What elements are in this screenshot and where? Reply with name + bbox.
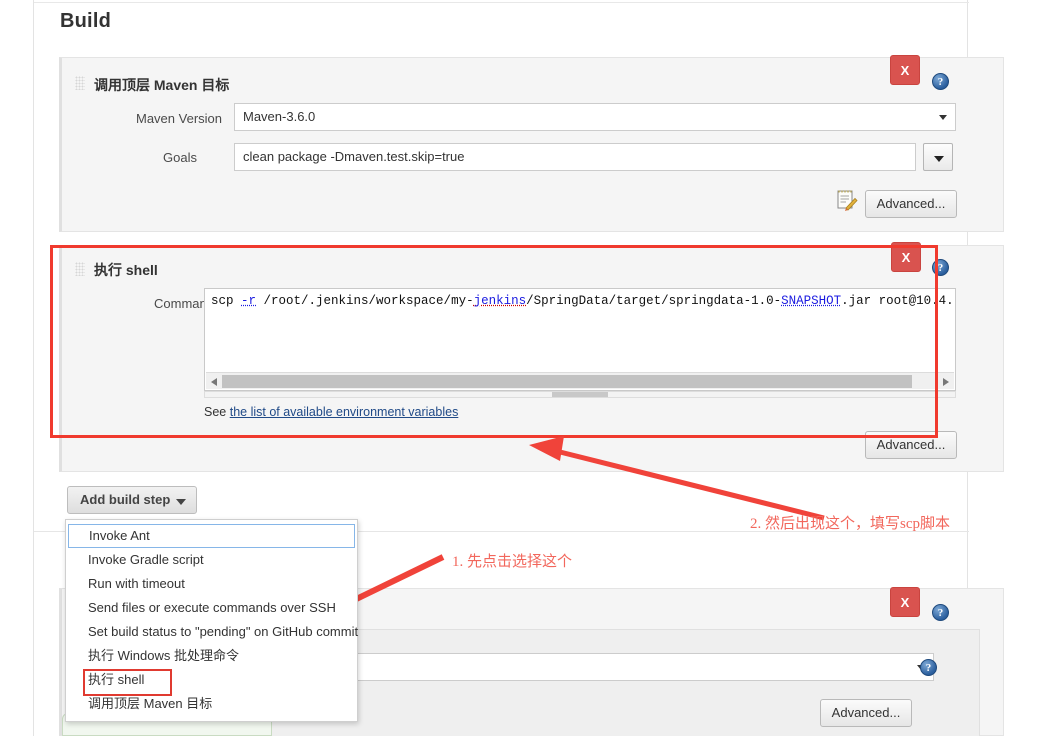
- annotation-note-2: 2. 然后出现这个，填写scp脚本: [750, 516, 950, 532]
- scroll-right-arrow-icon[interactable]: [943, 378, 949, 386]
- menu-item-label: 执行 shell: [88, 672, 145, 687]
- top-divider: [34, 2, 969, 3]
- chevron-down-icon: [934, 156, 944, 162]
- bottom-advanced-button[interactable]: Advanced...: [820, 699, 912, 727]
- maven-advanced-button[interactable]: Advanced...: [865, 190, 957, 218]
- add-build-step-button[interactable]: Add build step: [67, 486, 198, 514]
- chevron-down-icon: [176, 499, 187, 505]
- maven-build-step-panel: 调用顶层 Maven 目标 Maven Version Maven-3.6.0 …: [59, 57, 1004, 232]
- menu-item-windows-batch[interactable]: 执行 Windows 批处理命令: [66, 644, 357, 668]
- maven-version-value: Maven-3.6.0: [243, 109, 316, 124]
- scrollbar-thumb[interactable]: [222, 375, 912, 388]
- menu-item-set-build-status[interactable]: Set build status to "pending" on GitHub …: [66, 620, 359, 644]
- shell-remove-button[interactable]: X: [891, 242, 921, 272]
- maven-goals-label: Goals: [163, 150, 197, 165]
- see-text: See: [204, 405, 230, 419]
- maven-goals-input[interactable]: clean package -Dmaven.test.skip=true: [234, 143, 916, 171]
- menu-item-label: 执行 Windows 批处理命令: [88, 648, 239, 663]
- menu-item-invoke-ant[interactable]: Invoke Ant: [68, 524, 355, 548]
- textarea-resize-handle[interactable]: [204, 391, 956, 398]
- resize-knob: [552, 392, 608, 397]
- bottom-remove-button[interactable]: X: [890, 587, 920, 617]
- cmd-flag: -r: [241, 294, 257, 308]
- menu-item-label: 调用顶层 Maven 目标: [88, 696, 213, 711]
- page-title: Build: [60, 10, 111, 32]
- menu-item-send-files-ssh[interactable]: Send files or execute commands over SSH: [66, 596, 357, 620]
- environment-variables-note: See the list of available environment va…: [204, 405, 458, 419]
- scroll-left-arrow-icon[interactable]: [211, 378, 217, 386]
- menu-item-label: Invoke Gradle script: [88, 552, 204, 567]
- menu-item-label: Invoke Ant: [89, 528, 150, 543]
- menu-item-label: Run with timeout: [88, 576, 185, 591]
- menu-item-label: Set build status to "pending" on GitHub …: [88, 624, 359, 639]
- shell-command-textarea[interactable]: scp -r /root/.jenkins/workspace/my-jenki…: [204, 288, 956, 391]
- cmd-prefix: scp: [211, 294, 242, 308]
- shell-command-label: Command: [154, 296, 214, 311]
- menu-item-run-with-timeout[interactable]: Run with timeout: [66, 572, 357, 596]
- environment-variables-link[interactable]: the list of available environment variab…: [230, 405, 459, 419]
- maven-version-label: Maven Version: [136, 111, 222, 126]
- menu-item-label: Send files or execute commands over SSH: [88, 600, 336, 615]
- notepad-pencil-icon: [837, 190, 858, 211]
- shell-build-step-panel: 执行 shell Command scp -r /root/.jenkins/w…: [59, 245, 1004, 472]
- add-build-step-label: Add build step: [80, 492, 171, 507]
- annotation-note-1: 1. 先点击选择这个: [452, 554, 573, 570]
- shell-step-title: 执行 shell: [94, 262, 158, 278]
- build-step-dropdown-menu[interactable]: Invoke Ant Invoke Gradle script Run with…: [65, 519, 358, 722]
- chevron-down-icon: [939, 115, 947, 120]
- command-horizontal-scrollbar[interactable]: [206, 372, 954, 389]
- cmd-mid: /root/.jenkins/workspace/my-: [256, 294, 474, 308]
- cmd-suffix: .jar root@10.4.37.124:/usr/loca: [841, 294, 951, 308]
- cmd-mid2: /SpringData/target/springdata-1.0-: [526, 294, 782, 308]
- cmd-word-snapshot: SNAPSHOT: [781, 294, 842, 308]
- shell-advanced-button[interactable]: Advanced...: [865, 431, 957, 459]
- cmd-word-jenkins: jenkins: [473, 294, 527, 308]
- menu-item-execute-shell[interactable]: 执行 shell: [66, 668, 357, 696]
- drag-handle-icon[interactable]: [75, 262, 85, 276]
- maven-step-title: 调用顶层 Maven 目标: [94, 77, 230, 93]
- shell-help-icon[interactable]: ?: [932, 259, 949, 276]
- menu-item-invoke-gradle[interactable]: Invoke Gradle script: [66, 548, 357, 572]
- drag-handle-icon[interactable]: [75, 76, 85, 90]
- maven-version-select[interactable]: Maven-3.6.0: [234, 103, 956, 131]
- bottom-help-icon[interactable]: ?: [932, 604, 949, 621]
- maven-goals-value: clean package -Dmaven.test.skip=true: [243, 149, 465, 164]
- menu-item-invoke-maven[interactable]: 调用顶层 Maven 目标: [66, 692, 357, 716]
- maven-remove-button[interactable]: X: [890, 55, 920, 85]
- maven-help-icon[interactable]: ?: [932, 73, 949, 90]
- shell-command-value: scp -r /root/.jenkins/workspace/my-jenki…: [211, 294, 951, 308]
- jenkins-build-config-screen: Build 调用顶层 Maven 目标 Maven Version Maven-…: [0, 0, 1047, 736]
- bottom-field-help-icon[interactable]: ?: [920, 659, 937, 676]
- maven-goals-dropdown-button[interactable]: [923, 143, 953, 171]
